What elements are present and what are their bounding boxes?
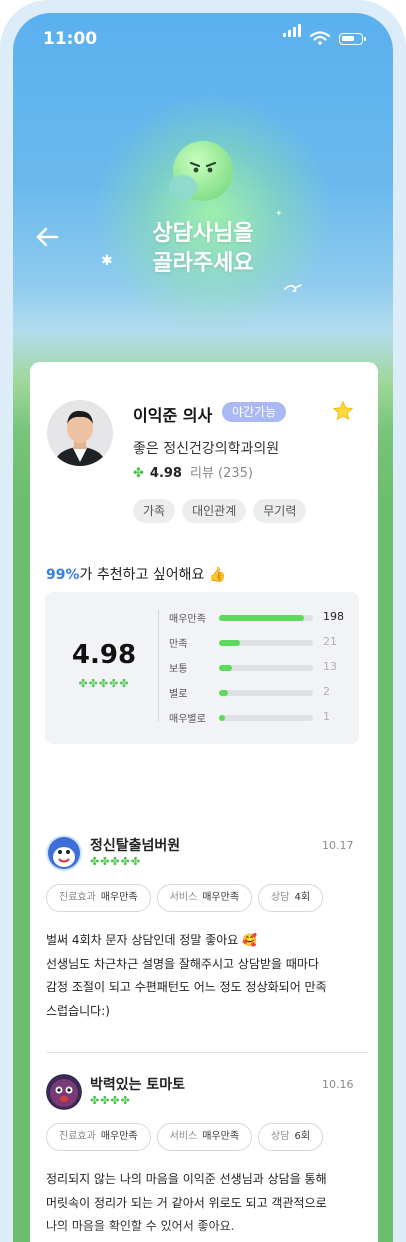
review-date: 10.16 bbox=[322, 1078, 354, 1091]
app-screen: 11:00 상담사님을 골라주세요 ✱ ✦ 이익준 의사 야간가능 좋은 정신건… bbox=[13, 13, 393, 1242]
review-text: 벌써 4회차 문자 상담인데 정말 좋아요 🥰 선생님도 차근차근 설명을 잘해… bbox=[46, 933, 327, 1018]
rating-row-label: 매우만족 bbox=[169, 614, 206, 625]
review-chips: 진료효과 매우만족 서비스 매우만족 상담 6회 bbox=[46, 1123, 324, 1151]
rating-row-label: 별로 bbox=[169, 689, 188, 700]
rating-bar bbox=[219, 640, 240, 646]
reviewer-avatar bbox=[46, 1074, 82, 1110]
phone-frame: 11:00 상담사님을 골라주세요 ✱ ✦ 이익준 의사 야간가능 좋은 정신건… bbox=[0, 0, 406, 1242]
chip-service: 서비스 매우만족 bbox=[156, 1123, 253, 1151]
scroll-fade bbox=[30, 1222, 378, 1242]
reviewer-name: 정신탈출넘버원 bbox=[90, 838, 181, 854]
wifi-icon bbox=[310, 31, 330, 45]
rating-row-count: 198 bbox=[323, 610, 344, 623]
swirl-icon bbox=[284, 284, 302, 292]
review-stars: ✤✤✤✤ bbox=[90, 1094, 131, 1107]
clinic-name: 좋은 정신건강의학과의원 bbox=[133, 441, 280, 457]
rating-row-count: 21 bbox=[323, 635, 337, 648]
tag-family[interactable]: 가족 bbox=[133, 499, 176, 523]
tag-lethargy[interactable]: 무기력 bbox=[253, 499, 307, 523]
background-glow bbox=[93, 93, 333, 333]
chip-sessions: 상담 6회 bbox=[258, 1123, 324, 1151]
doctor-name: 이익준 의사 bbox=[133, 406, 213, 425]
doctor-detail-card: 이익준 의사 야간가능 좋은 정신건강의학과의원 ✤ 4.98 리뷰 (235) 가… bbox=[30, 362, 378, 1242]
review-count: 리뷰 (235) bbox=[189, 466, 253, 481]
rating-row: 매우만족 198 bbox=[169, 608, 349, 626]
review-date: 10.17 bbox=[322, 839, 354, 852]
sparkle-icon: ✱ bbox=[101, 253, 113, 269]
rating-bar bbox=[219, 690, 229, 696]
rating-value: 4.98 bbox=[149, 466, 182, 481]
rating-row: 별로 2 bbox=[169, 683, 349, 701]
sparkle-icon: ✦ bbox=[275, 209, 283, 219]
reviewer-avatar bbox=[46, 835, 82, 871]
rating-bar bbox=[219, 715, 225, 721]
tag-relationships[interactable]: 대인관계 bbox=[182, 499, 247, 523]
back-arrow-icon[interactable] bbox=[33, 223, 61, 251]
summary-divider bbox=[158, 610, 159, 722]
battery-icon bbox=[339, 33, 366, 45]
rating-row-count: 2 bbox=[323, 685, 330, 698]
rating-row: 보통 13 bbox=[169, 658, 349, 676]
night-available-badge: 야간가능 bbox=[222, 402, 287, 422]
rating-bar bbox=[219, 665, 233, 671]
page-title: 상담사님을 골라주세요 bbox=[103, 219, 303, 279]
doctor-avatar bbox=[47, 400, 113, 466]
rating-row-label: 만족 bbox=[169, 639, 188, 650]
review-item: 박력있는 토마토 ✤✤✤✤ 10.16 진료효과 매우만족 서비스 매우만족 상담 6… bbox=[46, 1074, 368, 1242]
status-time: 11:00 bbox=[43, 29, 98, 49]
title-line-1: 상담사님을 bbox=[152, 221, 254, 246]
review-item: 정신탈출넘버원 ✤✤✤✤✤ 10.17 진료효과 매우만족 서비스 매우만족 상담 4… bbox=[46, 835, 368, 1045]
chip-sessions: 상담 4회 bbox=[258, 884, 324, 912]
chip-effect: 진료효과 매우만족 bbox=[46, 1123, 151, 1151]
reviewer-name: 박력있는 토마토 bbox=[90, 1077, 186, 1093]
review-stars: ✤✤✤✤✤ bbox=[90, 855, 142, 868]
rating-bar bbox=[219, 615, 304, 621]
rating-row: 매우별로 1 bbox=[169, 708, 349, 726]
mascot-icon bbox=[169, 141, 233, 201]
average-score: 4.98 bbox=[71, 640, 137, 670]
status-bar: 11:00 bbox=[13, 13, 393, 63]
rating-row-count: 13 bbox=[323, 660, 337, 673]
chip-effect: 진료효과 매우만족 bbox=[46, 884, 151, 912]
clover-icon: ✤ bbox=[133, 466, 144, 481]
rating-row-label: 매우별로 bbox=[169, 714, 206, 725]
review-chips: 진료효과 매우만족 서비스 매우만족 상담 4회 bbox=[46, 884, 324, 912]
rating-row: 만족 21 bbox=[169, 633, 349, 651]
rating-summary: 4.98 ✤✤✤✤✤ 매우만족 198 만족 21 보통 13 별로 2 매우별… bbox=[45, 592, 359, 744]
chip-service: 서비스 매우만족 bbox=[156, 884, 253, 912]
title-line-2: 골라주세요 bbox=[152, 251, 254, 276]
rating-row-label: 보통 bbox=[169, 664, 188, 675]
specialty-tags: 가족 대인관계 무기력 bbox=[133, 499, 307, 523]
thumbs-up-icon: 👍 bbox=[208, 567, 227, 583]
recommend-label: 가 추천하고 싶어해요 bbox=[79, 567, 205, 583]
doctor-rating: ✤ 4.98 리뷰 (235) bbox=[133, 462, 253, 481]
recommend-percent: 99% bbox=[46, 567, 80, 583]
review-divider bbox=[46, 1052, 368, 1053]
rating-row-count: 1 bbox=[323, 710, 330, 723]
average-stars: ✤✤✤✤✤ bbox=[78, 677, 130, 690]
recommend-text: 99%가 추천하고 싶어해요 👍 bbox=[46, 564, 226, 584]
favorite-star-icon[interactable] bbox=[332, 400, 354, 422]
